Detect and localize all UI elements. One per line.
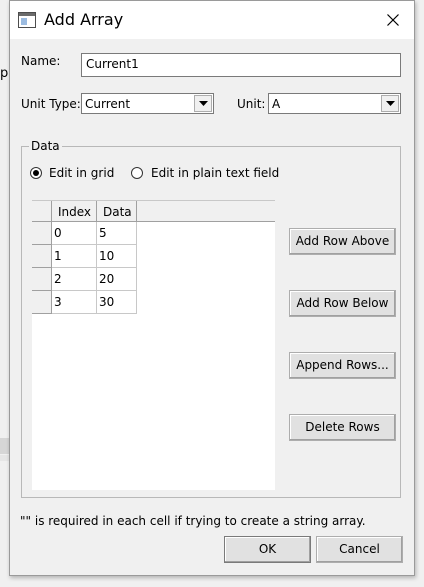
add-row-above-label: Add Row Above <box>295 234 390 248</box>
data-group-title: Data <box>29 139 62 153</box>
unit-type-value: Current <box>85 97 131 111</box>
add-row-above-button[interactable]: Add Row Above <box>289 228 396 255</box>
radio-selected-dot <box>33 170 39 176</box>
unit-dropdown-button[interactable] <box>381 95 399 112</box>
row-header[interactable] <box>32 222 52 245</box>
cancel-button[interactable]: Cancel <box>316 536 403 563</box>
delete-rows-button[interactable]: Delete Rows <box>289 414 396 441</box>
name-input[interactable]: Current1 <box>81 53 401 77</box>
cancel-label: Cancel <box>339 542 380 556</box>
append-rows-button[interactable]: Append Rows... <box>289 352 396 379</box>
data-cell[interactable]: 20 <box>97 268 137 291</box>
edit-in-text-radio[interactable] <box>131 167 143 179</box>
close-button[interactable] <box>376 5 410 35</box>
row-header[interactable] <box>32 268 52 291</box>
unit-label: Unit: <box>237 97 266 111</box>
unit-type-select[interactable]: Current <box>81 93 214 114</box>
edit-in-text-label[interactable]: Edit in plain text field <box>151 166 279 180</box>
title-bar[interactable]: Add Array <box>10 1 414 39</box>
grid-corner-header[interactable] <box>32 201 52 222</box>
data-cell[interactable]: 30 <box>97 291 137 314</box>
background-partial-text: p <box>0 66 8 81</box>
data-cell[interactable]: 10 <box>97 245 137 268</box>
ok-label: OK <box>258 542 277 556</box>
row-header[interactable] <box>32 291 52 314</box>
string-array-note: "" is required in each cell if trying to… <box>20 514 366 528</box>
close-icon <box>387 14 399 26</box>
grid-column-header[interactable]: Index <box>52 201 97 222</box>
unit-select[interactable]: A <box>268 93 401 114</box>
name-label: Name: <box>21 54 61 68</box>
add-row-below-button[interactable]: Add Row Below <box>289 290 396 317</box>
edit-in-grid-radio[interactable] <box>30 167 42 179</box>
grid-column-header[interactable]: Data <box>97 201 137 222</box>
grid-header-filler <box>137 201 275 222</box>
edit-in-grid-label[interactable]: Edit in grid <box>49 166 114 180</box>
chevron-down-icon <box>199 101 208 106</box>
column-header-label: Data <box>103 205 132 219</box>
window-title: Add Array <box>44 10 124 29</box>
index-cell[interactable]: 2 <box>52 268 97 291</box>
chevron-down-icon <box>386 101 395 106</box>
data-cell[interactable]: 5 <box>97 222 137 245</box>
window-icon <box>18 12 36 28</box>
row-header[interactable] <box>32 245 52 268</box>
ok-button[interactable]: OK <box>224 536 311 563</box>
delete-rows-label: Delete Rows <box>305 420 380 434</box>
column-header-label: Index <box>58 205 92 219</box>
index-cell[interactable]: 3 <box>52 291 97 314</box>
unit-value: A <box>272 97 281 111</box>
add-row-below-label: Add Row Below <box>296 296 389 310</box>
unit-type-dropdown-button[interactable] <box>194 95 212 112</box>
index-cell[interactable]: 0 <box>52 222 97 245</box>
data-grid[interactable]: Index Data 0 5 1 10 2 20 3 30 <box>32 200 275 490</box>
unit-type-label: Unit Type: <box>21 97 81 111</box>
index-cell[interactable]: 1 <box>52 245 97 268</box>
append-rows-label: Append Rows... <box>296 358 389 372</box>
